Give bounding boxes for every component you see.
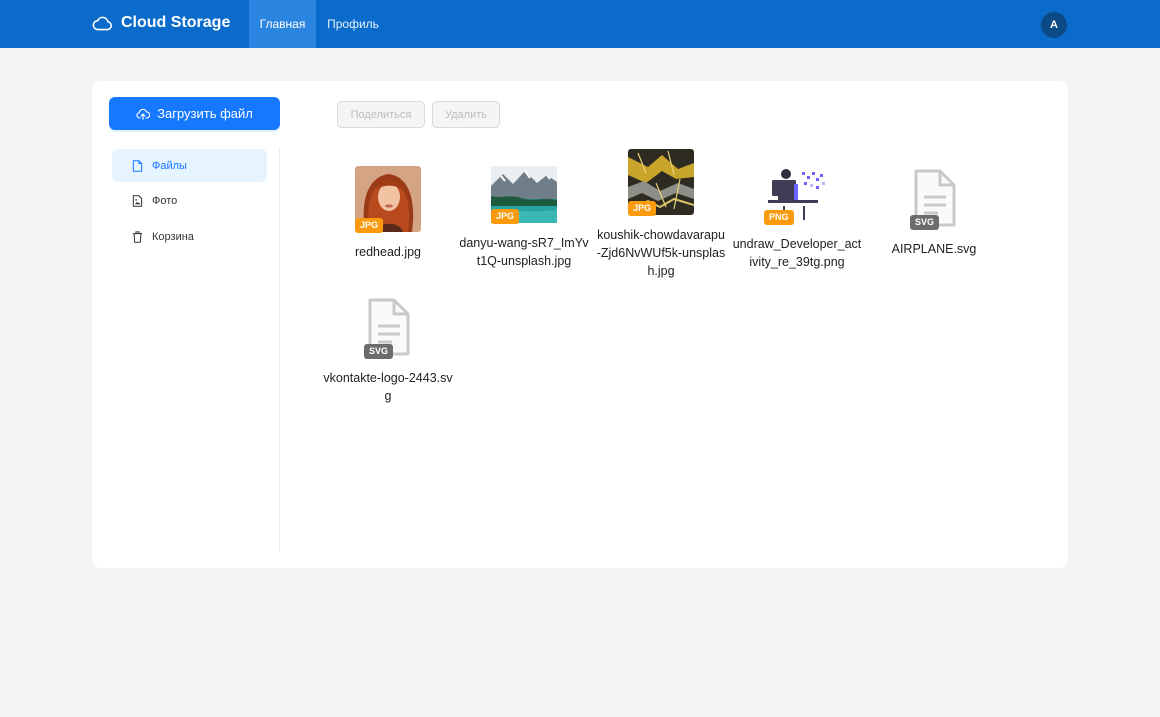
sidebar-item-label: Фото <box>152 194 178 207</box>
tab-profile[interactable]: Профиль <box>316 0 390 48</box>
file-name: danyu-wang-sR7_ImYvt1Q-unsplash.jpg <box>459 236 589 268</box>
file-item[interactable]: SVG AIRPLANE.svg <box>869 169 999 258</box>
file-thumbnail: SVG <box>364 298 412 359</box>
cloud-icon <box>92 16 113 31</box>
file-item[interactable]: JPG koushik-chowdavarapu-Zjd6NvWUf5k-uns… <box>596 149 726 280</box>
file-thumbnail: PNG <box>764 162 830 225</box>
avatar[interactable]: A <box>1041 12 1067 38</box>
file-name: koushik-chowdavarapu-Zjd6NvWUf5k-unsplas… <box>596 228 726 278</box>
sidebar-item-files[interactable]: Файлы <box>112 149 267 182</box>
file-icon <box>132 159 143 172</box>
top-navbar: Cloud Storage Главная Профиль A <box>0 0 1160 48</box>
file-item[interactable]: PNG undraw_Developer_activity_re_39tg.pn… <box>732 162 862 271</box>
file-name: AIRPLANE.svg <box>891 242 977 256</box>
file-item[interactable]: SVG vkontakte-logo-2443.svg <box>323 298 453 405</box>
app-title: Cloud Storage <box>121 14 231 31</box>
sidebar-item-label: Корзина <box>152 230 194 243</box>
file-type-badge: SVG <box>364 344 394 359</box>
image-file-icon <box>132 194 143 207</box>
file-type-badge: JPG <box>491 209 520 224</box>
upload-file-label: Загрузить файл <box>157 106 253 121</box>
file-thumbnail: JPG <box>491 166 557 224</box>
sidebar-menu: Файлы Фото Корзина <box>92 148 280 552</box>
file-name: undraw_Developer_activity_re_39tg.png <box>732 237 862 269</box>
file-type-badge: JPG <box>355 218 384 233</box>
file-type-badge: JPG <box>628 201 657 216</box>
file-thumbnail: JPG <box>628 149 694 216</box>
share-button[interactable]: Поделиться <box>337 101 425 128</box>
sidebar-item-label: Файлы <box>152 159 187 172</box>
file-type-badge: SVG <box>910 215 940 230</box>
file-item[interactable]: JPG danyu-wang-sR7_ImYvt1Q-unsplash.jpg <box>459 166 589 270</box>
delete-button[interactable]: Удалить <box>432 101 500 128</box>
sidebar-item-photo[interactable]: Фото <box>112 184 267 217</box>
file-name: vkontakte-logo-2443.svg <box>323 371 453 403</box>
tab-main[interactable]: Главная <box>249 0 316 48</box>
app-logo[interactable]: Cloud Storage <box>92 10 230 36</box>
sidebar-item-trash[interactable]: Корзина <box>112 220 267 253</box>
file-thumbnail: SVG <box>910 169 958 230</box>
main-card: Загрузить файл Файлы Фото Корзина Подели… <box>92 81 1068 568</box>
file-name: redhead.jpg <box>354 245 422 259</box>
cloud-upload-icon <box>136 108 151 120</box>
file-thumbnail: JPG <box>355 166 421 233</box>
upload-file-button[interactable]: Загрузить файл <box>109 97 280 130</box>
file-type-badge: PNG <box>764 210 794 225</box>
trash-icon <box>132 230 143 243</box>
file-item[interactable]: JPG redhead.jpg <box>323 166 453 261</box>
